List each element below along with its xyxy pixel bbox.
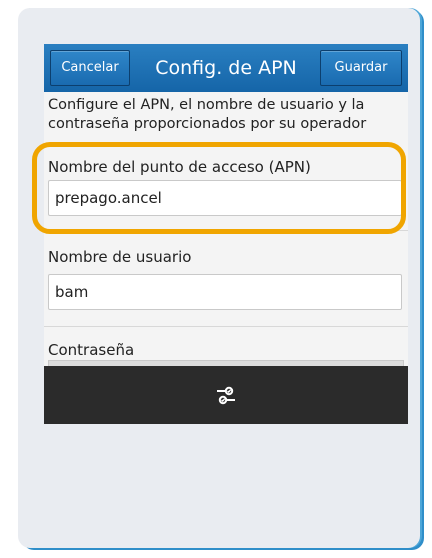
- apn-settings-screen: Cancelar Config. de APN Guardar Configur…: [44, 44, 408, 424]
- settings-sliders-icon[interactable]: [214, 383, 238, 407]
- username-input[interactable]: bam: [48, 274, 402, 310]
- password-label: Contraseña: [48, 341, 135, 359]
- divider: [44, 326, 408, 327]
- page-title: Config. de APN: [155, 57, 297, 79]
- save-button[interactable]: Guardar: [320, 50, 402, 86]
- bottom-action-bar: [44, 366, 408, 424]
- cancel-button[interactable]: Cancelar: [50, 50, 130, 86]
- apn-field-highlight: [32, 142, 406, 234]
- username-label: Nombre de usuario: [48, 248, 192, 266]
- description-text: Configure el APN, el nombre de usuario y…: [48, 97, 367, 132]
- title-bar: Cancelar Config. de APN Guardar: [44, 44, 408, 92]
